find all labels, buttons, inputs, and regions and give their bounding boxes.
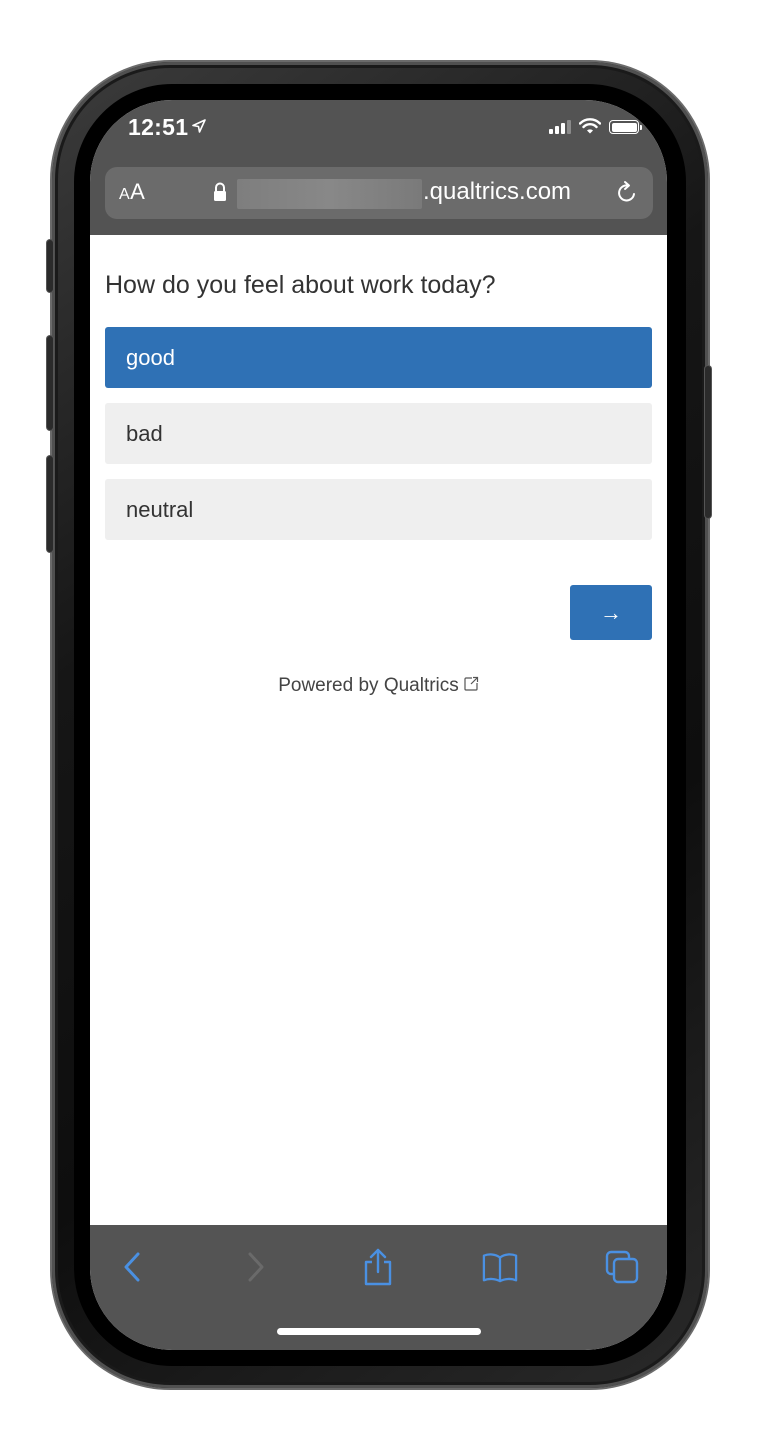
url-domain: .qualtrics.com — [423, 178, 572, 205]
browser-top-chrome: 12:51 AA .qualtrics.com — [90, 100, 667, 235]
wifi-icon — [579, 118, 601, 134]
question-text: How do you feel about work today? — [105, 271, 496, 299]
reload-icon[interactable] — [613, 179, 641, 207]
status-time: 12:51 — [128, 114, 189, 140]
text-size-button[interactable]: AA — [119, 179, 145, 205]
power-button — [705, 366, 711, 518]
status-bar: 12:51 — [90, 100, 667, 160]
choice-label: bad — [126, 420, 163, 446]
volume-up-button — [47, 336, 53, 430]
phone-screen: 12:51 AA .qualtrics.com How do you feel … — [90, 100, 667, 1350]
choice-label: neutral — [126, 496, 194, 522]
battery-icon — [609, 120, 642, 134]
choice-bad[interactable]: bad — [105, 403, 652, 464]
choice-label: good — [126, 344, 175, 370]
powered-by-link[interactable]: Powered by Qualtrics — [278, 675, 479, 696]
url-redacted-region — [237, 179, 422, 209]
external-link-icon — [464, 676, 478, 691]
choice-neutral[interactable]: neutral — [105, 479, 652, 540]
bookmarks-icon[interactable] — [482, 1249, 518, 1285]
lock-icon — [214, 182, 226, 201]
status-indicators — [549, 118, 642, 134]
mute-switch — [47, 240, 53, 292]
home-indicator[interactable] — [277, 1328, 481, 1335]
cellular-signal-icon — [549, 120, 571, 134]
address-bar[interactable]: AA .qualtrics.com — [105, 167, 653, 219]
tabs-icon[interactable] — [604, 1249, 640, 1285]
forward-icon[interactable] — [238, 1249, 274, 1285]
volume-down-button — [47, 456, 53, 552]
next-button[interactable]: → — [570, 585, 652, 640]
back-icon[interactable] — [114, 1249, 150, 1285]
screenshot-stage: 12:51 AA .qualtrics.com How do you feel … — [0, 0, 770, 1432]
survey-page: How do you feel about work today? good b… — [90, 235, 667, 1225]
choice-good[interactable]: good — [105, 327, 652, 388]
powered-by-footer: Powered by Qualtrics — [90, 675, 667, 697]
browser-toolbar — [90, 1225, 667, 1350]
location-arrow-icon — [192, 119, 206, 133]
share-icon[interactable] — [360, 1248, 396, 1286]
